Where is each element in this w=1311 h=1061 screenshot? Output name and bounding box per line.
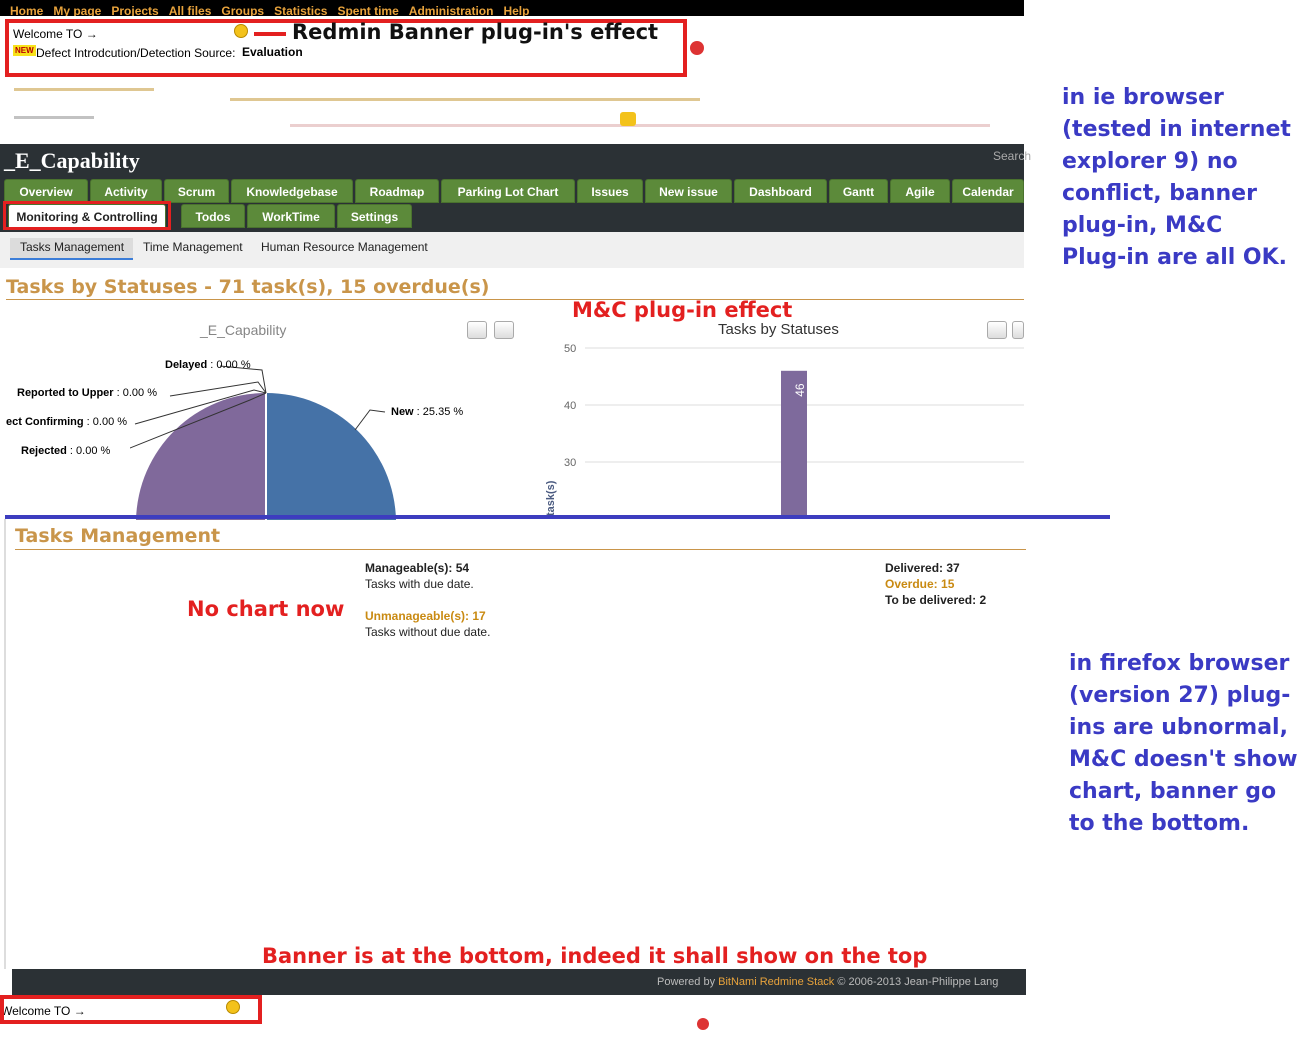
annotation-ie-note: in ie browser (tested in internet explor… xyxy=(1062,85,1291,270)
subtab-time-management[interactable]: Time Management xyxy=(143,240,243,254)
tab-todos[interactable]: Todos xyxy=(181,204,245,228)
annotation-firefox-note: in firefox browser (version 27) plug- in… xyxy=(1069,651,1298,836)
tab-overview[interactable]: Overview xyxy=(4,179,88,203)
unmanageable-desc: Tasks without due date. xyxy=(365,625,491,639)
tab-settings[interactable]: Settings xyxy=(337,204,412,228)
subtab-tasks-management[interactable]: Tasks Management xyxy=(20,240,124,254)
manageable-desc: Tasks with due date. xyxy=(365,577,474,591)
tab-scrum[interactable]: Scrum xyxy=(164,179,229,203)
bar-print-button[interactable] xyxy=(987,321,1007,339)
to-be-delivered-count: To be delivered: 2 xyxy=(885,593,987,607)
manageable-count: Manageable(s): 54 xyxy=(365,561,470,575)
content-left-border xyxy=(4,519,6,969)
pie-label-new: New : 25.35 % xyxy=(391,406,464,418)
pie-slice-other xyxy=(136,393,266,520)
tab-new-issue[interactable]: New issue xyxy=(645,179,732,203)
bar-export-button[interactable] xyxy=(1012,321,1024,339)
bottom-stop-icon xyxy=(697,1018,709,1030)
delivered-count: Delivered: 37 xyxy=(885,561,960,575)
tab-gantt[interactable]: Gantt xyxy=(829,179,888,203)
tab-calendar[interactable]: Calendar xyxy=(952,179,1024,203)
pie-slice-new xyxy=(266,393,396,520)
y-axis-label: task(s) xyxy=(545,480,557,516)
unmanageable-count: Unmanageable(s): 17 xyxy=(365,609,486,623)
bottom-banner-highlight-box xyxy=(0,995,262,1024)
pie-label-delayed: Delayed : 0.00 % xyxy=(165,359,251,371)
tab-worktime[interactable]: WorkTime xyxy=(247,204,335,228)
arrow-line xyxy=(254,32,286,36)
overdue-count: Overdue: 15 xyxy=(885,577,955,591)
pie-label-confirming: ect Confirming : 0.00 % xyxy=(6,416,128,428)
section-divider xyxy=(6,299,1024,300)
search-label: Search xyxy=(993,149,1032,163)
separator-line xyxy=(5,515,1110,519)
selected-tab-highlight-box xyxy=(3,201,171,230)
bar-chart-title: Tasks by Statuses xyxy=(718,321,839,338)
y-tick-label: 50 xyxy=(564,343,576,355)
warning-icon xyxy=(620,112,636,126)
annotation-banner-effect: Redmin Banner plug-in's effect xyxy=(292,20,659,44)
pie-label-reported-to-upper: Reported to Upper : 0.00 % xyxy=(17,387,157,399)
tab-dashboard[interactable]: Dashboard xyxy=(734,179,827,203)
subtab-human-resource-management[interactable]: Human Resource Management xyxy=(261,240,428,254)
tab-parking-lot-chart[interactable]: Parking Lot Chart xyxy=(441,179,575,203)
tab-activity[interactable]: Activity xyxy=(90,179,162,203)
footer-stack-link[interactable]: BitNami Redmine Stack xyxy=(718,976,834,988)
pie-chart xyxy=(130,365,396,520)
tasks-management-title: Tasks Management xyxy=(15,525,221,547)
pie-label-rejected: Rejected : 0.00 % xyxy=(21,445,111,457)
footer-text: Powered by BitNami Redmine Stack © 2006-… xyxy=(657,976,999,988)
tab-roadmap[interactable]: Roadmap xyxy=(355,179,439,203)
project-title[interactable]: _E_Capability xyxy=(4,148,140,174)
export-button[interactable] xyxy=(494,321,514,339)
print-button[interactable] xyxy=(467,321,487,339)
tab-knowledgebase[interactable]: Knowledgebase xyxy=(231,179,353,203)
y-tick-label: 40 xyxy=(564,400,576,412)
bar-chart: 50 40 30 task(s) 46 xyxy=(545,343,1024,518)
pie-chart-title: _E_Capability xyxy=(200,322,287,338)
y-tick-label: 30 xyxy=(564,457,576,469)
annotation-mc-effect: M&C plug-in effect xyxy=(572,298,793,322)
stop-icon xyxy=(690,41,704,55)
tasks-by-statuses-title: Tasks by Statuses - 71 task(s), 15 overd… xyxy=(6,276,490,298)
tasks-management-divider xyxy=(15,549,1026,550)
annotation-banner-bottom: Banner is at the bottom, indeed it shall… xyxy=(262,944,928,968)
tab-agile[interactable]: Agile xyxy=(890,179,950,203)
bar-data-label: 46 xyxy=(793,383,807,397)
annotation-no-chart: No chart now xyxy=(187,597,345,621)
top-menu: Home My page Projects All files Groups Statis… xyxy=(0,0,1024,18)
tab-issues[interactable]: Issues xyxy=(577,179,643,203)
